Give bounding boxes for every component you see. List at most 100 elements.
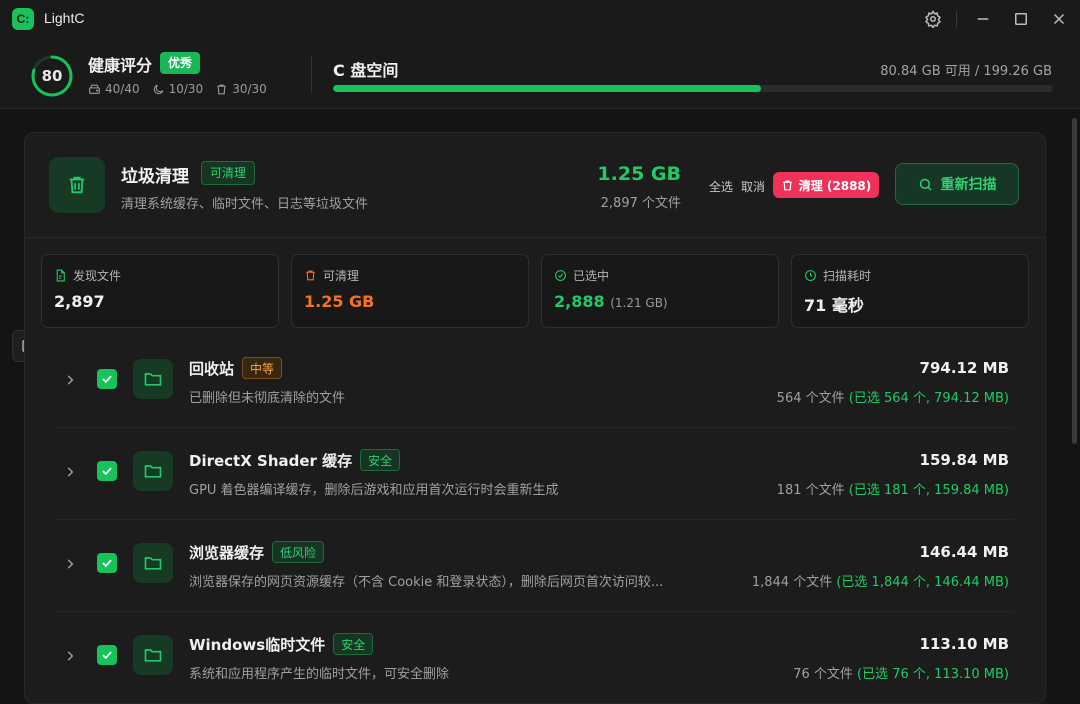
expand-chevron-icon[interactable] xyxy=(63,465,77,479)
scrollbar-thumb[interactable] xyxy=(1072,118,1077,444)
row-count-wrap: 181 个文件 (已选 181 个, 159.84 MB) xyxy=(777,479,1009,498)
settings-gear-icon[interactable] xyxy=(924,10,942,28)
stat-value-text: 71 毫秒 xyxy=(804,296,864,315)
health-score-title: 健康评分 xyxy=(88,56,153,75)
stat-value-text: 1.25 GB xyxy=(304,292,375,311)
health-stat-drive: 40/40 xyxy=(88,82,140,96)
folder-icon-box xyxy=(133,359,173,399)
junk-category-row[interactable]: 浏览器缓存 低风险 浏览器保存的网页资源缓存（不含 Cookie 和登录状态），… xyxy=(55,523,1015,612)
drive-icon xyxy=(89,84,100,94)
stat-sub-text: (1.21 GB) xyxy=(610,296,668,310)
expand-chevron-icon[interactable] xyxy=(63,373,77,387)
clock-icon xyxy=(805,270,816,281)
row-description: 系统和应用程序产生的临时文件，可安全删除 xyxy=(189,667,450,682)
row-checkbox[interactable] xyxy=(97,553,117,573)
stat-value: 2,897 xyxy=(54,292,105,311)
rescan-button-label: 重新扫描 xyxy=(940,177,997,193)
junk-clean-icon-box xyxy=(49,157,105,213)
health-stat-value: 40/40 xyxy=(105,82,140,96)
expand-chevron-icon[interactable] xyxy=(63,557,77,571)
trash-icon xyxy=(306,270,315,281)
title-bar: C: LightC xyxy=(0,0,1080,38)
row-name-wrap: DirectX Shader 缓存 安全 xyxy=(189,449,401,471)
row-name: 浏览器缓存 xyxy=(189,543,265,562)
row-checkbox[interactable] xyxy=(97,645,117,665)
stat-selected: 已选中 2,888 (1.21 GB) xyxy=(541,254,779,328)
junk-total-size: 1.25 GB xyxy=(597,163,681,185)
health-grade-badge: 优秀 xyxy=(160,52,201,74)
risk-tag: 安全 xyxy=(333,633,374,655)
health-stat-value: 10/30 xyxy=(168,82,204,96)
header-separator xyxy=(311,56,312,92)
check-circle-icon xyxy=(555,270,566,281)
clean-button[interactable]: 清理 (2888) xyxy=(773,172,879,198)
row-count-wrap: 76 个文件 (已选 76 个, 113.10 MB) xyxy=(793,663,1009,682)
junk-category-row[interactable]: Windows临时文件 安全 系统和应用程序产生的临时文件，可安全删除 113.… xyxy=(55,615,1015,703)
folder-icon-box xyxy=(133,635,173,675)
maximize-icon[interactable] xyxy=(1012,10,1030,28)
junk-category-row[interactable]: DirectX Shader 缓存 安全 GPU 着色器编译缓存，删除后游戏和应… xyxy=(55,431,1015,520)
junk-clean-description: 清理系统缓存、临时文件、日志等垃圾文件 xyxy=(121,197,369,212)
disk-title: C 盘空间 xyxy=(333,61,399,80)
row-checkbox[interactable] xyxy=(97,461,117,481)
file-icon xyxy=(56,269,65,282)
trash-icon xyxy=(217,84,227,94)
stat-label: 可清理 xyxy=(304,267,359,284)
minimize-icon[interactable] xyxy=(974,10,992,28)
trash-icon xyxy=(69,176,85,194)
disk-usage-fill xyxy=(333,85,761,92)
stat-value-text: 2,897 xyxy=(54,292,105,311)
row-file-count: 564 个文件 xyxy=(776,391,849,406)
card-divider xyxy=(25,237,1045,238)
row-size: 146.44 MB xyxy=(919,543,1009,561)
junk-status-badge: 可清理 xyxy=(201,161,256,185)
health-score-value: 80 xyxy=(41,67,63,85)
row-selected-summary: (已选 76 个, 113.10 MB) xyxy=(857,667,1009,682)
row-file-count: 181 个文件 xyxy=(776,483,849,498)
health-stats: 40/40 10/30 30/30 xyxy=(88,82,267,96)
stat-value-text: 2,888 xyxy=(554,292,605,311)
junk-category-row[interactable]: 回收站 中等 已删除但未彻底清除的文件 794.12 MB 564 个文件 (已… xyxy=(55,339,1015,428)
title-bar-separator xyxy=(956,11,957,27)
folder-icon-box xyxy=(133,451,173,491)
checkmark-icon xyxy=(102,375,112,384)
checkmark-icon xyxy=(102,559,112,568)
health-stat-trash: 30/30 xyxy=(215,82,267,96)
row-selected-summary: (已选 1,844 个, 146.44 MB) xyxy=(836,575,1009,590)
stat-cleanable: 可清理 1.25 GB xyxy=(291,254,529,328)
checkmark-icon xyxy=(102,467,112,476)
stat-value: 1.25 GB xyxy=(304,292,374,311)
moon-icon xyxy=(153,84,163,94)
close-icon[interactable] xyxy=(1050,10,1068,28)
cancel-link[interactable]: 取消 xyxy=(741,178,765,195)
row-name: Windows临时文件 xyxy=(189,635,326,654)
rescan-button[interactable]: 重新扫描 xyxy=(895,163,1019,205)
expand-chevron-icon[interactable] xyxy=(63,649,77,663)
row-description: 已删除但未彻底清除的文件 xyxy=(189,391,346,406)
row-size: 159.84 MB xyxy=(919,451,1009,469)
folder-icon xyxy=(144,649,162,662)
stat-label: 发现文件 xyxy=(54,267,121,284)
junk-clean-card: 垃圾清理 可清理 清理系统缓存、临时文件、日志等垃圾文件 1.25 GB 2,8… xyxy=(24,132,1046,704)
row-checkbox[interactable] xyxy=(97,369,117,389)
risk-tag: 低风险 xyxy=(272,541,325,563)
stat-value: 71 毫秒 xyxy=(804,292,864,316)
disk-usage-bar xyxy=(333,85,1053,92)
stat-label-text: 已选中 xyxy=(573,269,610,283)
stat-value: 2,888 (1.21 GB) xyxy=(554,292,668,311)
status-header: 80 健康评分 优秀 40/40 10/30 30/30 C 盘空间 80.84… xyxy=(0,38,1080,109)
stat-found-files: 发现文件 2,897 xyxy=(41,254,279,328)
stat-scan-time: 扫描耗时 71 毫秒 xyxy=(791,254,1029,328)
row-description: 浏览器保存的网页资源缓存（不含 Cookie 和登录状态），删除后网页首次访问较… xyxy=(189,575,664,590)
folder-icon xyxy=(144,557,162,570)
stat-label-text: 发现文件 xyxy=(73,269,122,283)
row-count-wrap: 564 个文件 (已选 564 个, 794.12 MB) xyxy=(777,387,1009,406)
stat-label-text: 扫描耗时 xyxy=(823,269,872,283)
row-name: DirectX Shader 缓存 xyxy=(189,451,353,470)
health-stat-sleep: 10/30 xyxy=(152,82,204,96)
row-name-wrap: 回收站 中等 xyxy=(189,357,283,379)
select-all-link[interactable]: 全选 xyxy=(709,178,733,195)
clean-button-label: 清理 (2888) xyxy=(798,178,872,193)
stat-label-text: 可清理 xyxy=(323,269,360,283)
row-description: GPU 着色器编译缓存，删除后游戏和应用首次运行时会重新生成 xyxy=(189,483,559,498)
